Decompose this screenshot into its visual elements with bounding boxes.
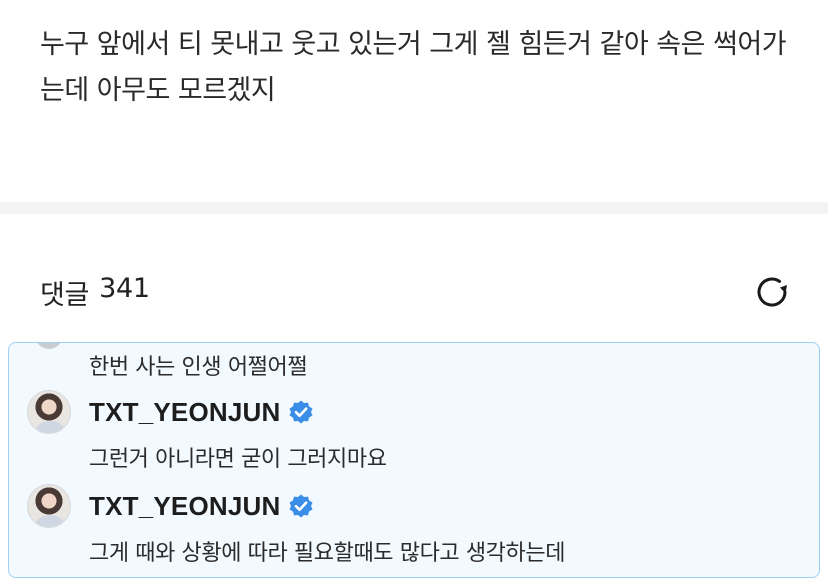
- comments-header: 댓글 341: [40, 262, 788, 322]
- thread-top-comment: 한번 사는 인생 어쩔어쩔: [89, 355, 308, 380]
- reply-text: 그게 때와 상황에 따라 필요할때도 많다고 생각하는데: [89, 541, 566, 566]
- comments-label: 댓글: [40, 279, 90, 311]
- section-divider: [0, 202, 828, 214]
- verified-badge-icon: [289, 494, 313, 518]
- reply-author-row[interactable]: TXT_YEONJUN: [27, 387, 314, 437]
- refresh-button[interactable]: [750, 270, 794, 314]
- post-body-text: 누구 앞에서 티 못내고 웃고 있는거 그게 젤 힘든거 같아 속은 썩어가는데…: [40, 29, 787, 106]
- author-name[interactable]: TXT_YEONJUN: [89, 491, 280, 522]
- refresh-icon: [757, 277, 787, 307]
- avatar[interactable]: [27, 484, 71, 528]
- avatar[interactable]: [27, 390, 71, 434]
- verified-badge-icon: [289, 400, 313, 424]
- post-detail-page: 누구 앞에서 티 못내고 웃고 있는거 그게 젤 힘든거 같아 속은 썩어가는데…: [0, 0, 828, 588]
- comments-number: 341: [99, 272, 150, 304]
- reply-thread: 한번 사는 인생 어쩔어쩔 TXT_YEONJUN 그런거 아니라면 굳이 그러…: [8, 342, 820, 578]
- author-name[interactable]: TXT_YEONJUN: [89, 397, 280, 428]
- avatar: [35, 343, 63, 349]
- reply-text: 그런거 아니라면 굳이 그러지마요: [89, 447, 387, 472]
- comments-count: 댓글 341: [40, 273, 150, 312]
- reply-author-row[interactable]: TXT_YEONJUN: [27, 481, 314, 531]
